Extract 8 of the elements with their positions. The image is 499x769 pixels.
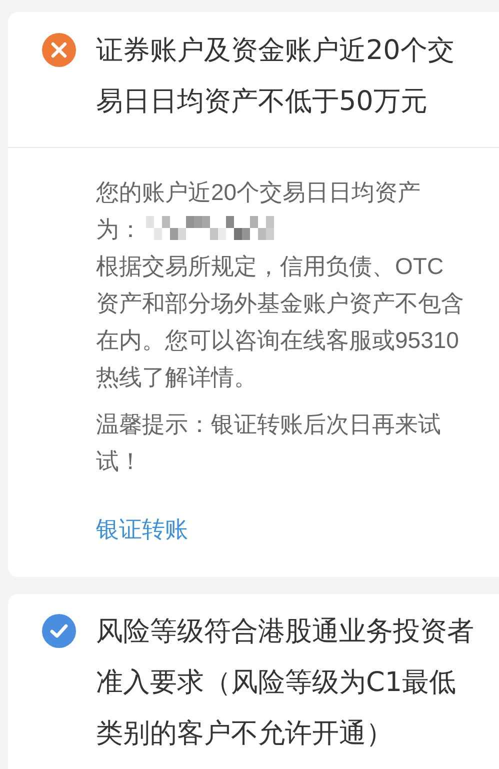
detail-text: 根据交易所规定，信用负债、OTC资产和部分场外基金账户资产不包含在内。您可以咨询在线客服或95310热线了解详情。 xyxy=(96,252,465,392)
error-icon xyxy=(42,33,76,67)
transfer-link[interactable]: 银证转账 xyxy=(96,514,188,544)
requirement-title: 证券账户及资金账户近20个交易日日均资产不低于50万元 xyxy=(96,34,456,119)
detail-text: 温馨提示：银证转账后次日再来试试！ xyxy=(96,410,442,476)
check-icon xyxy=(42,614,76,648)
requirement-title: 风险等级符合港股通业务投资者准入要求（风险等级为C1最低类别的客户不允许开通） xyxy=(96,615,475,751)
detail-text: 您的账户近20个交易日日均资产为： xyxy=(96,178,422,244)
